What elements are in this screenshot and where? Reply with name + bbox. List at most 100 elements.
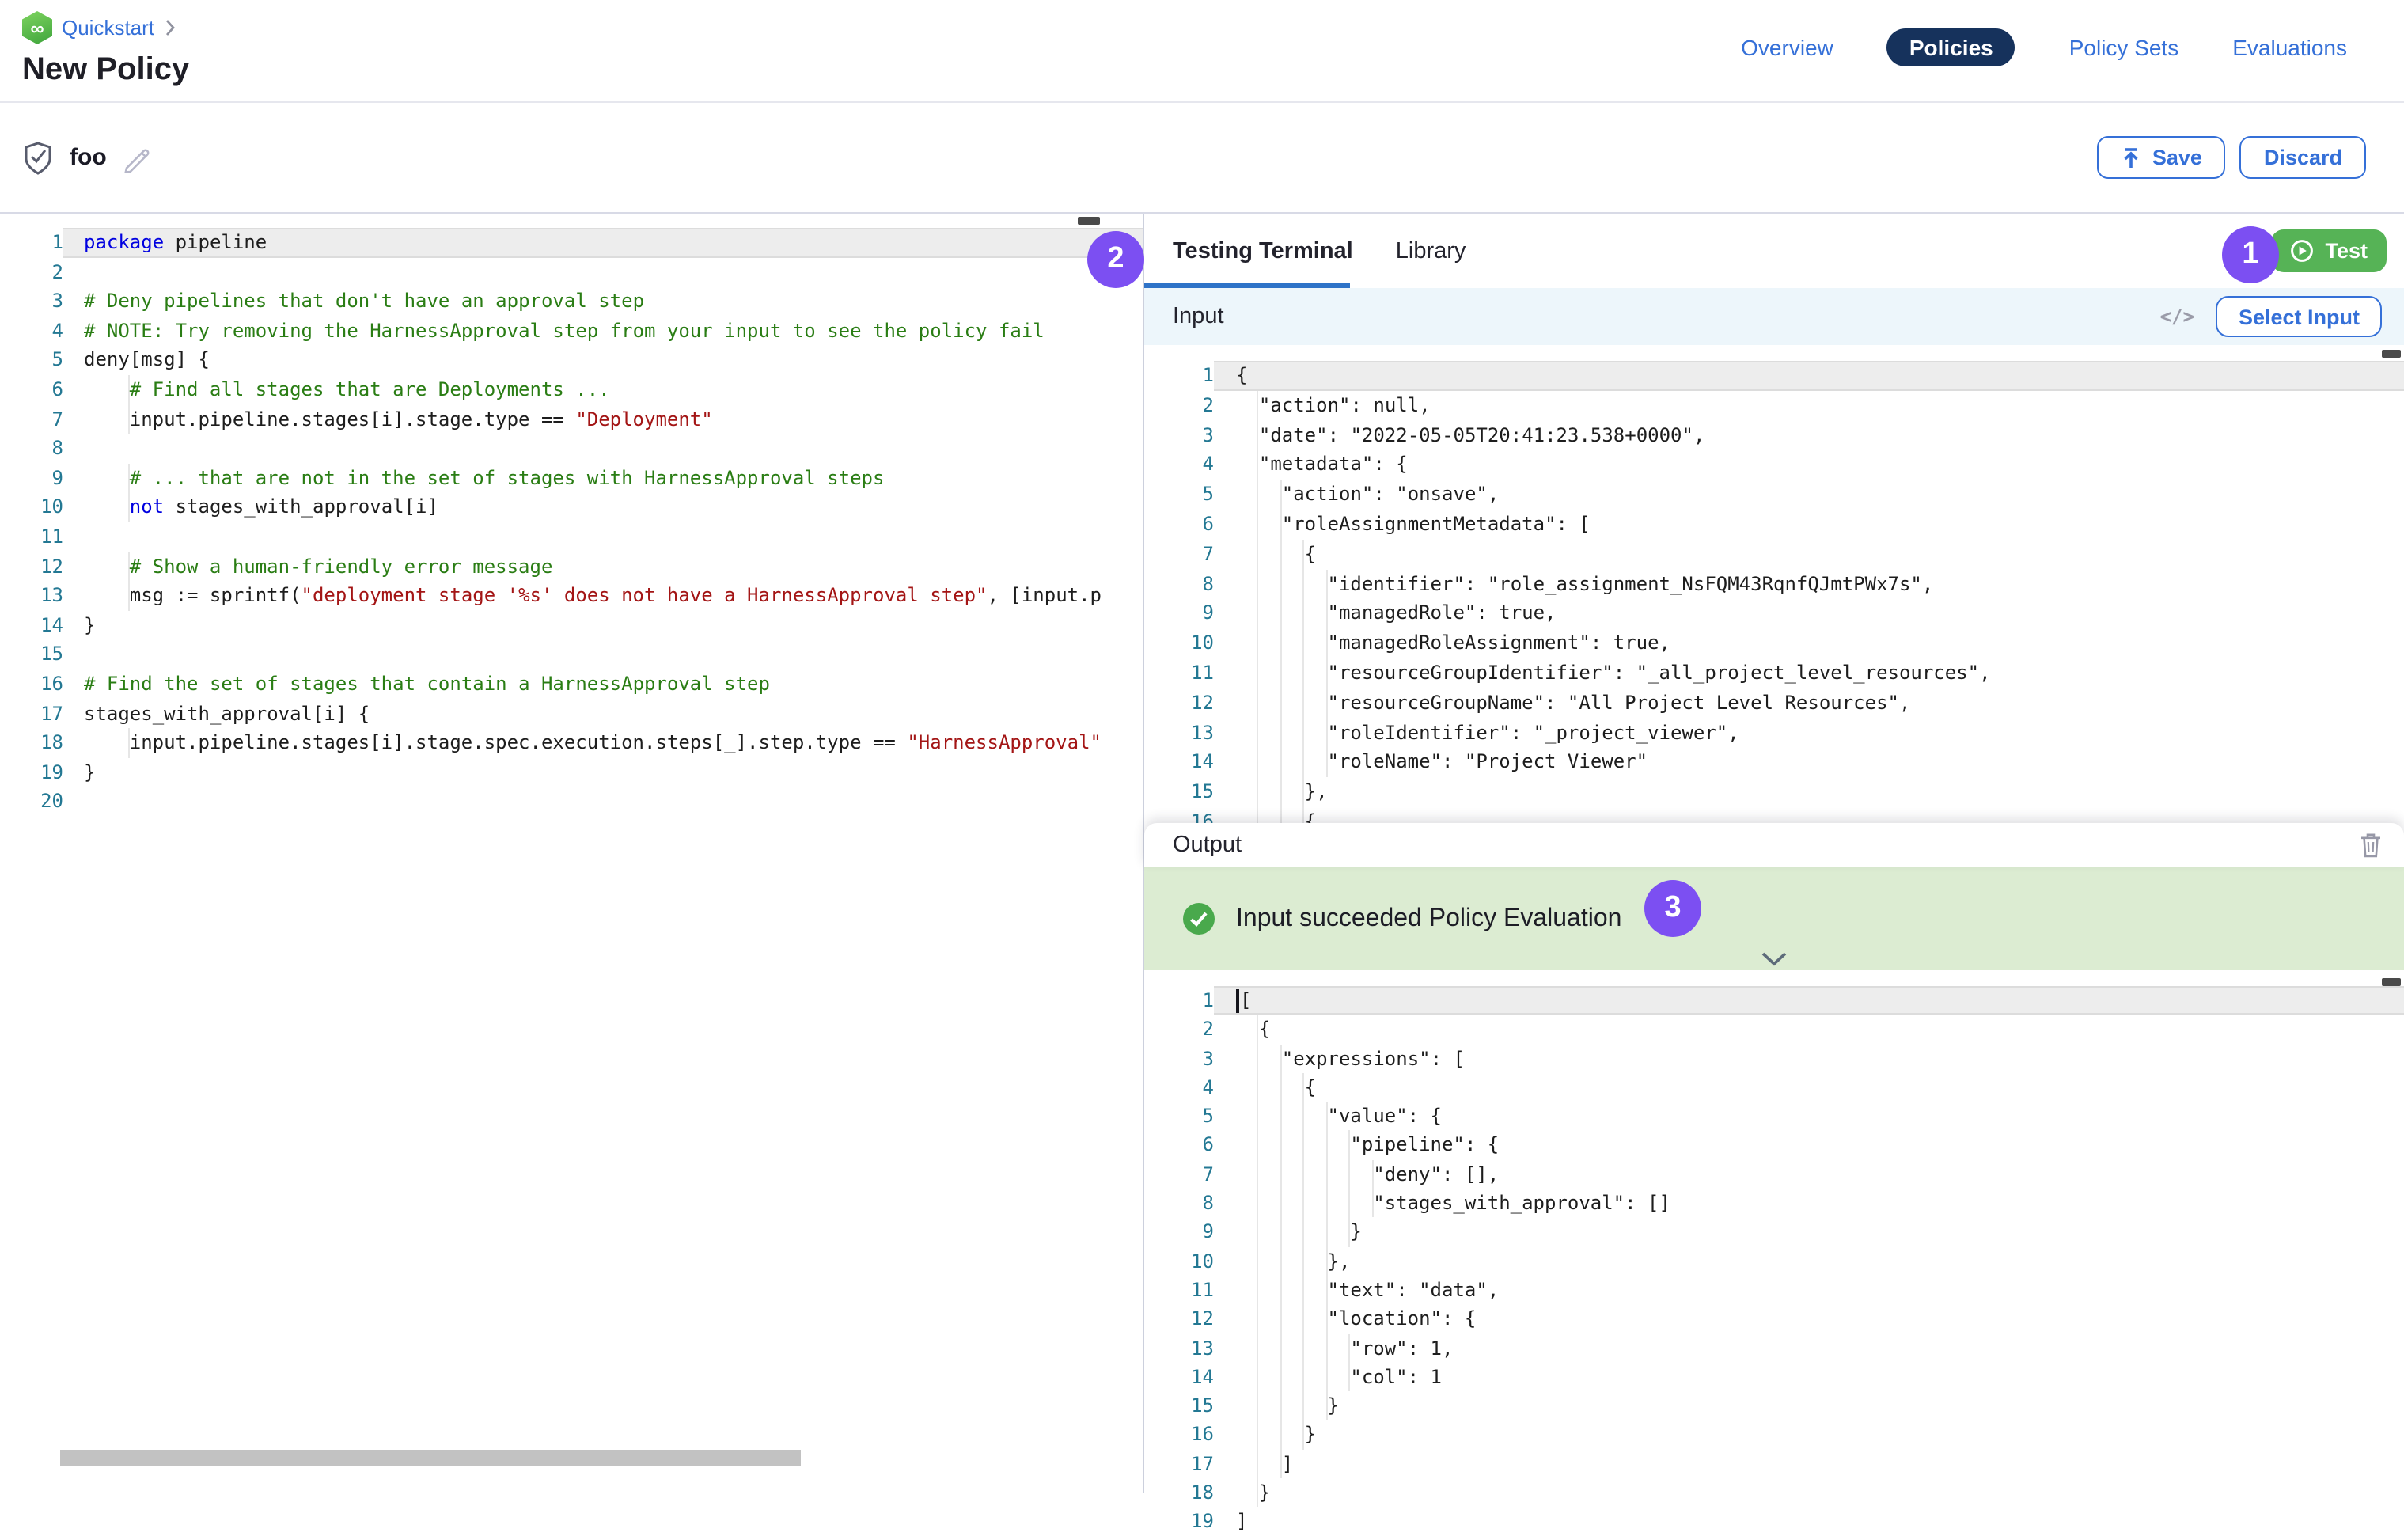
line-number: 3 [0, 286, 63, 316]
code-line[interactable]: 5"value": { [1144, 1102, 2404, 1131]
code-line[interactable]: 12"location": { [1144, 1305, 2404, 1334]
code-line[interactable]: 7{ [1144, 540, 2404, 570]
code-line[interactable]: 19] [1144, 1508, 2404, 1537]
code-line[interactable]: 6"roleAssignmentMetadata": [ [1144, 510, 2404, 540]
code-line[interactable]: 4{ [1144, 1073, 2404, 1102]
line-number: 11 [0, 522, 63, 552]
code-line[interactable]: 13msg := sprintf("deployment stage '%s' … [0, 581, 1143, 610]
line-number: 20 [0, 787, 63, 817]
code-line[interactable]: 10}, [1144, 1246, 2404, 1276]
select-input-button[interactable]: Select Input [2216, 296, 2382, 337]
output-json-editor[interactable]: 1[2{3"expressions": [4{5"value": {6"pipe… [1144, 986, 2404, 1536]
code-line[interactable]: 18input.pipeline.stages[i].stage.spec.ex… [0, 728, 1143, 757]
code-line[interactable]: 11"resourceGroupIdentifier": "_all_proje… [1144, 658, 2404, 688]
line-number: 9 [1144, 599, 1214, 629]
test-button[interactable]: Test [2271, 229, 2387, 272]
line-number: 1 [1144, 986, 1214, 1015]
code-line[interactable]: 6"pipeline": { [1144, 1131, 2404, 1160]
main-split: 1package pipeline23# Deny pipelines that… [0, 214, 2404, 1493]
code-line[interactable]: 15}, [1144, 777, 2404, 807]
code-line[interactable]: 8"identifier": "role_assignment_NsFQM43R… [1144, 569, 2404, 599]
code-line[interactable]: 6# Find all stages that are Deployments … [0, 375, 1143, 404]
code-line[interactable]: 5deny[msg] { [0, 346, 1143, 375]
test-button-label: Test [2325, 239, 2368, 263]
code-line[interactable]: 17stages_with_approval[i] { [0, 699, 1143, 728]
breadcrumb-link-quickstart[interactable]: Quickstart [62, 16, 154, 40]
line-number: 10 [1144, 1246, 1214, 1276]
input-section-header: Input </> Select Input [1144, 288, 2404, 345]
code-line[interactable]: 9} [1144, 1218, 2404, 1247]
code-line[interactable]: 12# Show a human-friendly error message [0, 552, 1143, 581]
code-line[interactable]: 19} [0, 757, 1143, 787]
input-json-editor[interactable]: 1{2"action": null,3"date": "2022-05-05T2… [1144, 361, 2404, 823]
harness-project-icon: ∞ [22, 11, 52, 44]
code-line[interactable]: 14"roleName": "Project Viewer" [1144, 748, 2404, 778]
code-line[interactable]: 1package pipeline [0, 228, 1143, 257]
code-line[interactable]: 12"resourceGroupName": "All Project Leve… [1144, 688, 2404, 719]
line-number: 10 [1144, 628, 1214, 658]
line-number: 16 [0, 669, 63, 699]
code-line[interactable]: 2"action": null, [1144, 391, 2404, 421]
code-line[interactable]: 13"roleIdentifier": "_project_viewer", [1144, 718, 2404, 748]
page-title: New Policy [22, 52, 189, 89]
code-line[interactable]: 9# ... that are not in the set of stages… [0, 464, 1143, 493]
code-line[interactable]: 14"col": 1 [1144, 1363, 2404, 1392]
line-number: 4 [1144, 1073, 1214, 1102]
code-line[interactable]: 15} [1144, 1391, 2404, 1421]
code-line[interactable]: 20 [0, 787, 1143, 817]
code-line[interactable]: 17] [1144, 1450, 2404, 1479]
line-number: 15 [1144, 1391, 1214, 1421]
code-line[interactable]: 11"text": "data", [1144, 1276, 2404, 1305]
editor-scroll-marker [1078, 217, 1100, 225]
code-line[interactable]: 15 [0, 640, 1143, 669]
code-line[interactable]: 14} [0, 610, 1143, 639]
code-line[interactable]: 8 [0, 434, 1143, 463]
code-line[interactable]: 2{ [1144, 1015, 2404, 1045]
policy-editor-pane: 1package pipeline23# Deny pipelines that… [0, 214, 1143, 1493]
line-number: 6 [1144, 1131, 1214, 1160]
testing-terminal-pane: Testing Terminal Library Test Input </> [1143, 214, 2404, 1493]
code-line[interactable]: 10"managedRoleAssignment": true, [1144, 628, 2404, 658]
code-line[interactable]: 7"deny": [], [1144, 1160, 2404, 1189]
code-line[interactable]: 2 [0, 257, 1143, 286]
code-line[interactable]: 3"expressions": [ [1144, 1044, 2404, 1073]
check-circle-icon [1182, 902, 1215, 935]
policy-code-editor[interactable]: 1package pipeline23# Deny pipelines that… [0, 214, 1143, 817]
line-number: 8 [0, 434, 63, 463]
code-line[interactable]: 10not stages_with_approval[i] [0, 493, 1143, 522]
nav-evaluations[interactable]: Evaluations [2232, 35, 2347, 60]
code-line[interactable]: 8"stages_with_approval": [] [1144, 1189, 2404, 1218]
discard-button[interactable]: Discard [2240, 136, 2366, 179]
line-number: 19 [0, 757, 63, 787]
save-button[interactable]: Save [2097, 136, 2226, 179]
code-line[interactable]: 4"metadata": { [1144, 450, 2404, 480]
line-number: 1 [1144, 361, 1214, 391]
nav-policies[interactable]: Policies [1887, 28, 2015, 66]
trash-icon[interactable] [2360, 833, 2382, 858]
code-line[interactable]: 9"managedRole": true, [1144, 599, 2404, 629]
code-line[interactable]: 16# Find the set of stages that contain … [0, 669, 1143, 699]
line-number: 3 [1144, 420, 1214, 450]
code-line[interactable]: 13"row": 1, [1144, 1333, 2404, 1363]
code-line[interactable]: 7input.pipeline.stages[i].stage.type == … [0, 404, 1143, 434]
code-line[interactable]: 11 [0, 522, 1143, 552]
nav-overview[interactable]: Overview [1741, 35, 1833, 60]
horizontal-scrollbar[interactable] [60, 1450, 801, 1466]
code-view-icon[interactable]: </> [2160, 305, 2194, 328]
edit-pencil-icon[interactable] [123, 143, 151, 172]
code-line[interactable]: 4# NOTE: Try removing the HarnessApprova… [0, 317, 1143, 346]
tab-testing-terminal[interactable]: Testing Terminal [1173, 238, 1353, 264]
line-number: 5 [1144, 1102, 1214, 1131]
code-line[interactable]: 1{ [1144, 361, 2404, 391]
nav-policy-sets[interactable]: Policy Sets [2069, 35, 2179, 60]
tab-library[interactable]: Library [1396, 238, 1466, 264]
code-line[interactable]: 5"action": "onsave", [1144, 480, 2404, 510]
code-line[interactable]: 16} [1144, 1421, 2404, 1450]
chevron-down-icon[interactable] [1761, 951, 1788, 967]
code-line[interactable]: 3"date": "2022-05-05T20:41:23.538+0000", [1144, 420, 2404, 450]
code-line[interactable]: 3# Deny pipelines that don't have an app… [0, 286, 1143, 316]
code-line[interactable]: 18} [1144, 1478, 2404, 1508]
code-line[interactable]: 1[ [1144, 986, 2404, 1015]
line-number: 4 [1144, 450, 1214, 480]
code-line[interactable]: 16{ [1144, 807, 2404, 823]
